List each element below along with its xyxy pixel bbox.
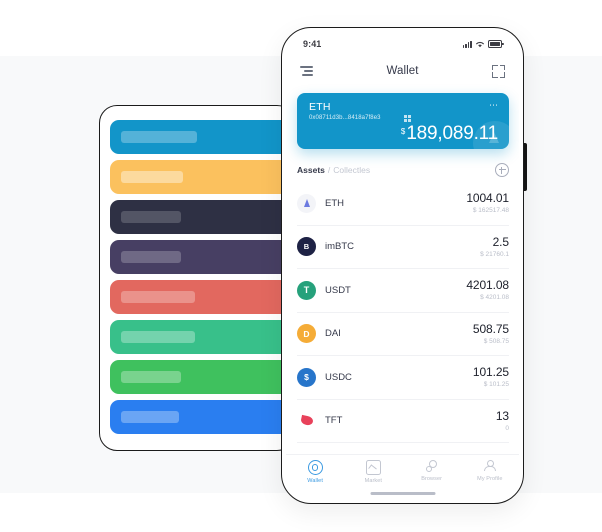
balance-value: 189,089.11: [406, 123, 498, 144]
dai-coin-icon: [297, 324, 316, 344]
asset-values: 508.75 $ 508.75: [472, 321, 509, 345]
wifi-icon: [476, 41, 484, 47]
asset-amount: 101.25: [472, 365, 509, 380]
tab-wallet[interactable]: Wallet: [286, 460, 344, 484]
asset-name: USDT: [325, 284, 351, 296]
asset-values: 101.25 $ 101.25: [472, 365, 509, 389]
signal-icon: [462, 40, 472, 48]
asset-fiat-value: $ 4201.08: [480, 294, 509, 302]
tab-label: Wallet: [307, 478, 323, 484]
wallet-card-stack-panel: ◆Ƀ⚛◇△NɃŁ: [99, 105, 354, 451]
tft-coin-icon: [297, 411, 316, 431]
asset-fiat-value: $ 508.75: [483, 337, 509, 345]
asset-amount: 4201.08: [466, 278, 509, 293]
tab-browser[interactable]: Browser: [403, 460, 461, 482]
asset-amount: 13: [495, 408, 509, 423]
asset-fiat-value: $ 21760.1: [480, 250, 509, 258]
more-options-icon[interactable]: ⋯: [489, 101, 499, 110]
tab-my-profile[interactable]: My Profile: [461, 460, 519, 482]
profile-icon: [483, 460, 497, 473]
asset-name: ETH: [325, 197, 344, 209]
asset-values: 4201.08 $ 4201.08: [466, 278, 509, 302]
imbtc-coin-icon: [297, 237, 316, 257]
tab-assets[interactable]: Assets: [297, 165, 325, 175]
assets-header: Assets / Collectles: [297, 160, 509, 180]
card-placeholder-bar: [121, 251, 181, 263]
menu-icon[interactable]: [300, 66, 313, 76]
phone-device: 9:41 Wallet ETH 0x08711d3b...8418a7f8e3 …: [281, 27, 524, 504]
battery-icon: [488, 40, 504, 48]
wallet-address[interactable]: 0x08711d3b...8418a7f8e3: [309, 115, 381, 121]
asset-list: ETH 1004.01$ 162517.48 imBTC 2.5$ 21760.1 US…: [297, 182, 509, 443]
asset-amount: 2.5: [492, 234, 509, 249]
card-placeholder-bar: [121, 371, 181, 383]
tab-collectibles[interactable]: Collectles: [333, 165, 370, 175]
asset-name: imBTC: [325, 241, 355, 253]
card-placeholder-bar: [121, 331, 195, 343]
card-placeholder-bar: [121, 211, 181, 223]
phone-screen: 9:41 Wallet ETH 0x08711d3b...8418a7f8e3 …: [286, 32, 519, 499]
eth-coin-icon: [297, 193, 316, 213]
asset-name: TFT: [325, 415, 343, 427]
currency-symbol: $: [400, 127, 406, 136]
asset-values: 13 0: [495, 408, 509, 432]
eth-balance-card[interactable]: ETH 0x08711d3b...8418a7f8e3 ⋯ $ 189,089.…: [297, 93, 509, 149]
asset-row[interactable]: USDC 101.25$ 101.25: [297, 356, 509, 400]
asset-fiat-value: $ 101.25: [483, 381, 509, 389]
app-navbar: Wallet: [286, 56, 519, 86]
scan-icon[interactable]: [492, 64, 505, 78]
asset-row[interactable]: ETH 1004.01 $ 162517.48: [297, 182, 509, 226]
browser-icon: [425, 460, 438, 473]
card-placeholder-bar: [121, 411, 179, 423]
asset-fiat-value: 0: [505, 424, 509, 432]
asset-values: 1004.01 $ 162517.48: [466, 191, 509, 215]
usdt-coin-icon: [297, 280, 316, 300]
home-indicator: [370, 492, 435, 495]
tab-market[interactable]: Market: [344, 460, 402, 484]
wallet-icon: [307, 460, 323, 475]
status-bar: 9:41: [286, 32, 519, 56]
tab-separator: /: [327, 165, 331, 175]
asset-amount: 1004.01: [466, 191, 509, 206]
page-title: Wallet: [386, 65, 419, 77]
balance-amount: $ 189,089.11: [401, 124, 498, 143]
tab-label: My Profile: [477, 476, 503, 482]
qr-code-icon[interactable]: [404, 115, 411, 122]
card-placeholder-bar: [121, 291, 195, 303]
tab-label: Browser: [421, 476, 443, 482]
card-placeholder-bar: [121, 131, 197, 143]
asset-values: 2.5 $ 21760.1: [480, 234, 509, 258]
asset-name: USDC: [325, 371, 352, 383]
asset-row[interactable]: USDT 4201.08$ 4201.08: [297, 269, 509, 313]
asset-row[interactable]: TFT 13 0: [297, 400, 509, 443]
asset-name: DAI: [325, 328, 341, 340]
plus-icon[interactable]: [495, 163, 509, 177]
asset-row[interactable]: DAI 508.75$ 508.75: [297, 313, 509, 356]
asset-amount: 508.75: [472, 321, 509, 336]
balance-card-symbol: ETH: [309, 101, 331, 113]
asset-row[interactable]: imBTC 2.5$ 21760.1: [297, 226, 509, 269]
status-indicators: [462, 40, 504, 48]
usdc-coin-icon: [297, 367, 316, 387]
card-placeholder-bar: [121, 171, 183, 183]
asset-fiat-value: $ 162517.48: [472, 207, 509, 215]
market-chart-icon: [365, 460, 381, 475]
status-time: 9:41: [303, 39, 322, 49]
tab-label: Market: [364, 478, 383, 484]
